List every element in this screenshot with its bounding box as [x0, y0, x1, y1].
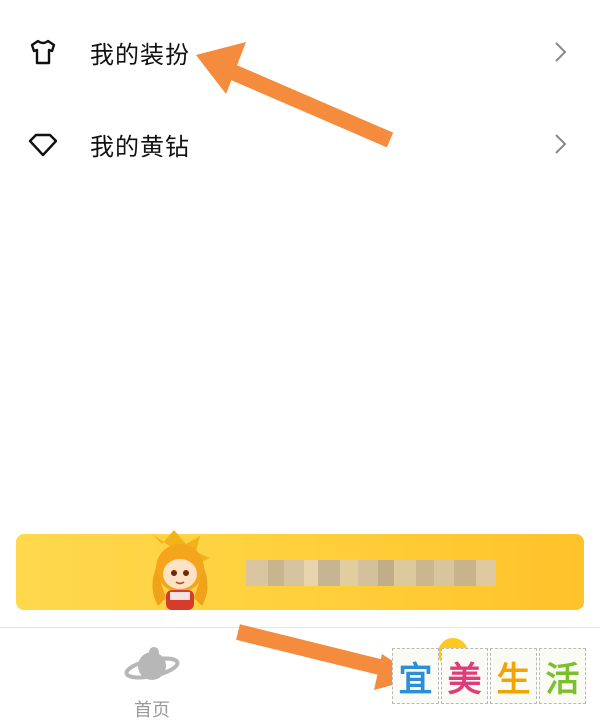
watermark-char: 活 [539, 648, 586, 704]
watermark-char: 美 [441, 648, 488, 704]
annotation-arrows [196, 42, 418, 690]
watermark-char: 宜 [392, 648, 439, 704]
watermark-char: 生 [490, 648, 537, 704]
watermark: 宜 美 生 活 [392, 648, 586, 704]
arrow-top [196, 42, 394, 148]
arrow-bottom [236, 624, 418, 690]
